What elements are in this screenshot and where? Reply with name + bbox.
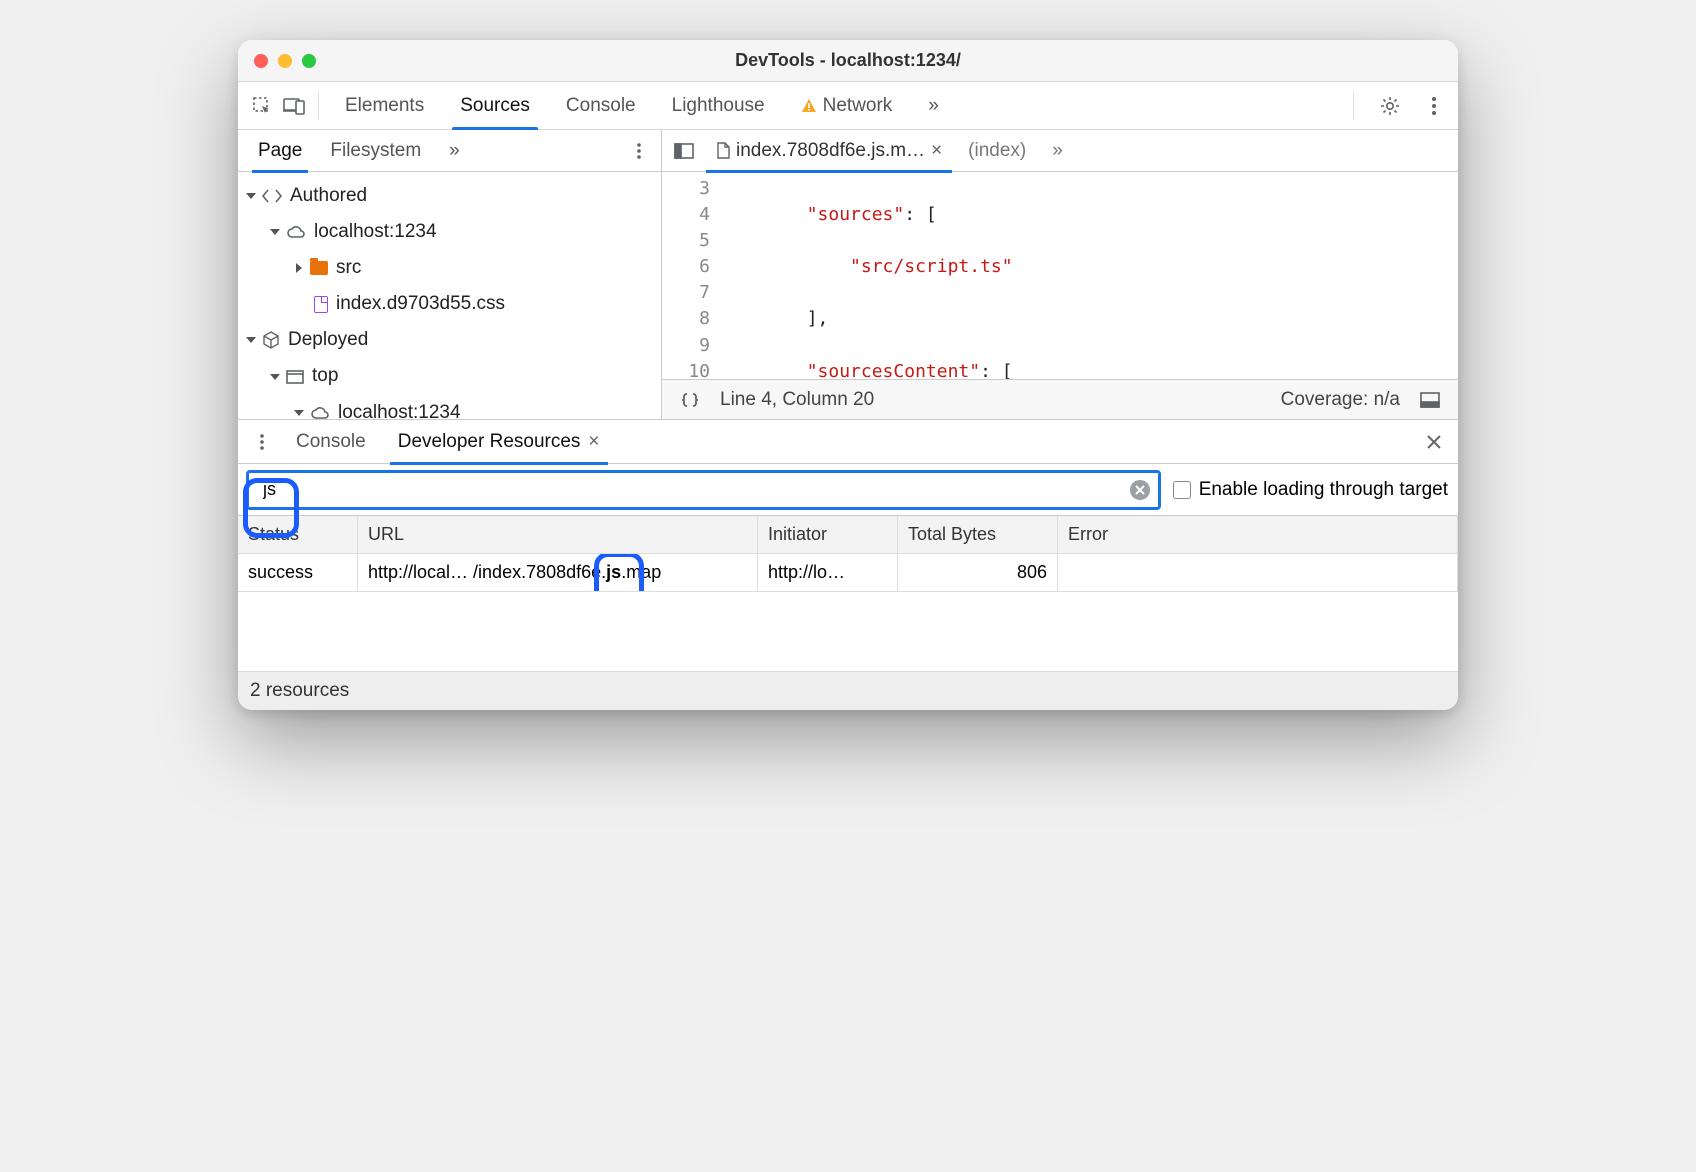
code-content: "sources": [ "src/script.ts" ], "sources… xyxy=(720,172,1458,379)
tab-sources[interactable]: Sources xyxy=(442,82,548,130)
tab-network[interactable]: Network xyxy=(783,82,911,130)
url-highlight: js xyxy=(606,562,621,583)
cloud-icon xyxy=(286,225,306,239)
settings-button[interactable] xyxy=(1374,90,1406,122)
filter-bar: Enable loading through target xyxy=(238,464,1458,516)
file-tree[interactable]: Authored localhost:1234 src index.d9703d… xyxy=(238,172,661,419)
frame-icon xyxy=(286,370,304,384)
close-icon xyxy=(1135,485,1145,495)
window-title: DevTools - localhost:1234/ xyxy=(238,50,1458,71)
folder-icon xyxy=(310,261,328,275)
warning-icon xyxy=(801,98,817,114)
nav-tab-filesystem[interactable]: Filesystem xyxy=(316,130,435,172)
nav-tab-page[interactable]: Page xyxy=(244,130,316,172)
tab-lighthouse[interactable]: Lighthouse xyxy=(654,82,783,130)
resource-count: 2 resources xyxy=(250,680,349,702)
stylesheet-icon xyxy=(314,296,328,313)
kebab-menu-button[interactable] xyxy=(1418,90,1450,122)
tree-top-frame[interactable]: top xyxy=(244,358,655,394)
col-total-bytes[interactable]: Total Bytes xyxy=(898,516,1058,554)
editor-statusbar: Line 4, Column 20 Coverage: n/a xyxy=(662,379,1458,419)
pretty-print-button[interactable] xyxy=(674,384,706,416)
kebab-icon xyxy=(1431,96,1437,116)
package-icon xyxy=(262,331,280,349)
editor-tabs: index.7808df6e.js.m… × (index) » xyxy=(662,130,1458,172)
drawer-statusbar: 2 resources xyxy=(238,672,1458,710)
filter-input-wrapper xyxy=(248,472,1159,508)
tabs-overflow-button[interactable]: » xyxy=(910,82,957,130)
inspect-element-icon[interactable] xyxy=(246,90,278,122)
nav-tabs-overflow[interactable]: » xyxy=(435,130,474,172)
main-toolbar: Elements Sources Console Lighthouse Netw… xyxy=(238,82,1458,130)
navigator-kebab[interactable] xyxy=(623,135,655,167)
editor-pane: index.7808df6e.js.m… × (index) » 345 678… xyxy=(662,130,1458,419)
navigator-tabs: Page Filesystem » xyxy=(238,130,661,172)
cloud-icon xyxy=(310,406,330,419)
col-url[interactable]: URL xyxy=(358,516,758,554)
drawer-tab-console[interactable]: Console xyxy=(282,420,380,464)
drawer-kebab[interactable] xyxy=(246,426,278,458)
sources-panel: Page Filesystem » Authored localhost:123… xyxy=(238,130,1458,420)
titlebar: DevTools - localhost:1234/ xyxy=(238,40,1458,82)
code-editor[interactable]: 345 678 91011 "sources": [ "src/script.t… xyxy=(662,172,1458,379)
coverage-status: Coverage: n/a xyxy=(1281,389,1400,411)
filter-input[interactable] xyxy=(257,479,1130,500)
line-gutter: 345 678 91011 xyxy=(662,172,720,379)
editor-tab-active[interactable]: index.7808df6e.js.m… × xyxy=(706,130,952,172)
editor-tabs-overflow[interactable]: » xyxy=(1042,130,1073,172)
cell-initiator[interactable]: http://lo… xyxy=(758,554,898,592)
device-toolbar-icon[interactable] xyxy=(278,90,310,122)
table-empty-space xyxy=(238,592,1458,672)
cell-status[interactable]: success xyxy=(238,554,358,592)
cell-bytes[interactable]: 806 xyxy=(898,554,1058,592)
clear-filter-button[interactable] xyxy=(1130,480,1150,500)
navigator-pane: Page Filesystem » Authored localhost:123… xyxy=(238,130,662,419)
drawer-tabs: Console Developer Resources × xyxy=(238,420,1458,464)
tree-deployed[interactable]: Deployed xyxy=(244,322,655,358)
drawer-tab-developer-resources[interactable]: Developer Resources × xyxy=(384,420,614,464)
tree-host-authored[interactable]: localhost:1234 xyxy=(244,214,655,250)
close-tab-button[interactable]: × xyxy=(931,140,942,162)
tree-authored[interactable]: Authored xyxy=(244,178,655,214)
show-sidebar-button[interactable] xyxy=(1414,384,1446,416)
editor-tab-index[interactable]: (index) xyxy=(958,130,1036,172)
main-tabs: Elements Sources Console Lighthouse Netw… xyxy=(327,82,957,130)
cell-url[interactable]: http://local… /index.7808df6e.js.map xyxy=(358,554,758,592)
gear-icon xyxy=(1380,96,1400,116)
cursor-position: Line 4, Column 20 xyxy=(720,389,874,411)
code-icon xyxy=(262,188,282,204)
tree-folder-src[interactable]: src xyxy=(244,250,655,286)
devtools-window: DevTools - localhost:1234/ Elements Sour… xyxy=(238,40,1458,710)
close-drawer-button[interactable] xyxy=(1418,434,1450,450)
col-error[interactable]: Error xyxy=(1058,516,1458,554)
tab-console[interactable]: Console xyxy=(548,82,654,130)
close-drawer-tab[interactable]: × xyxy=(588,431,599,453)
tab-elements[interactable]: Elements xyxy=(327,82,442,130)
cell-error[interactable] xyxy=(1058,554,1458,592)
tree-file-css[interactable]: index.d9703d55.css xyxy=(244,286,655,322)
checkbox-icon xyxy=(1173,481,1191,499)
toggle-navigator-button[interactable] xyxy=(668,135,700,167)
enable-loading-checkbox[interactable]: Enable loading through target xyxy=(1173,479,1448,501)
file-icon xyxy=(716,142,730,159)
col-initiator[interactable]: Initiator xyxy=(758,516,898,554)
resources-table: Status URL Initiator Total Bytes Error s… xyxy=(238,516,1458,672)
tree-host-deployed[interactable]: localhost:1234 xyxy=(244,395,655,419)
